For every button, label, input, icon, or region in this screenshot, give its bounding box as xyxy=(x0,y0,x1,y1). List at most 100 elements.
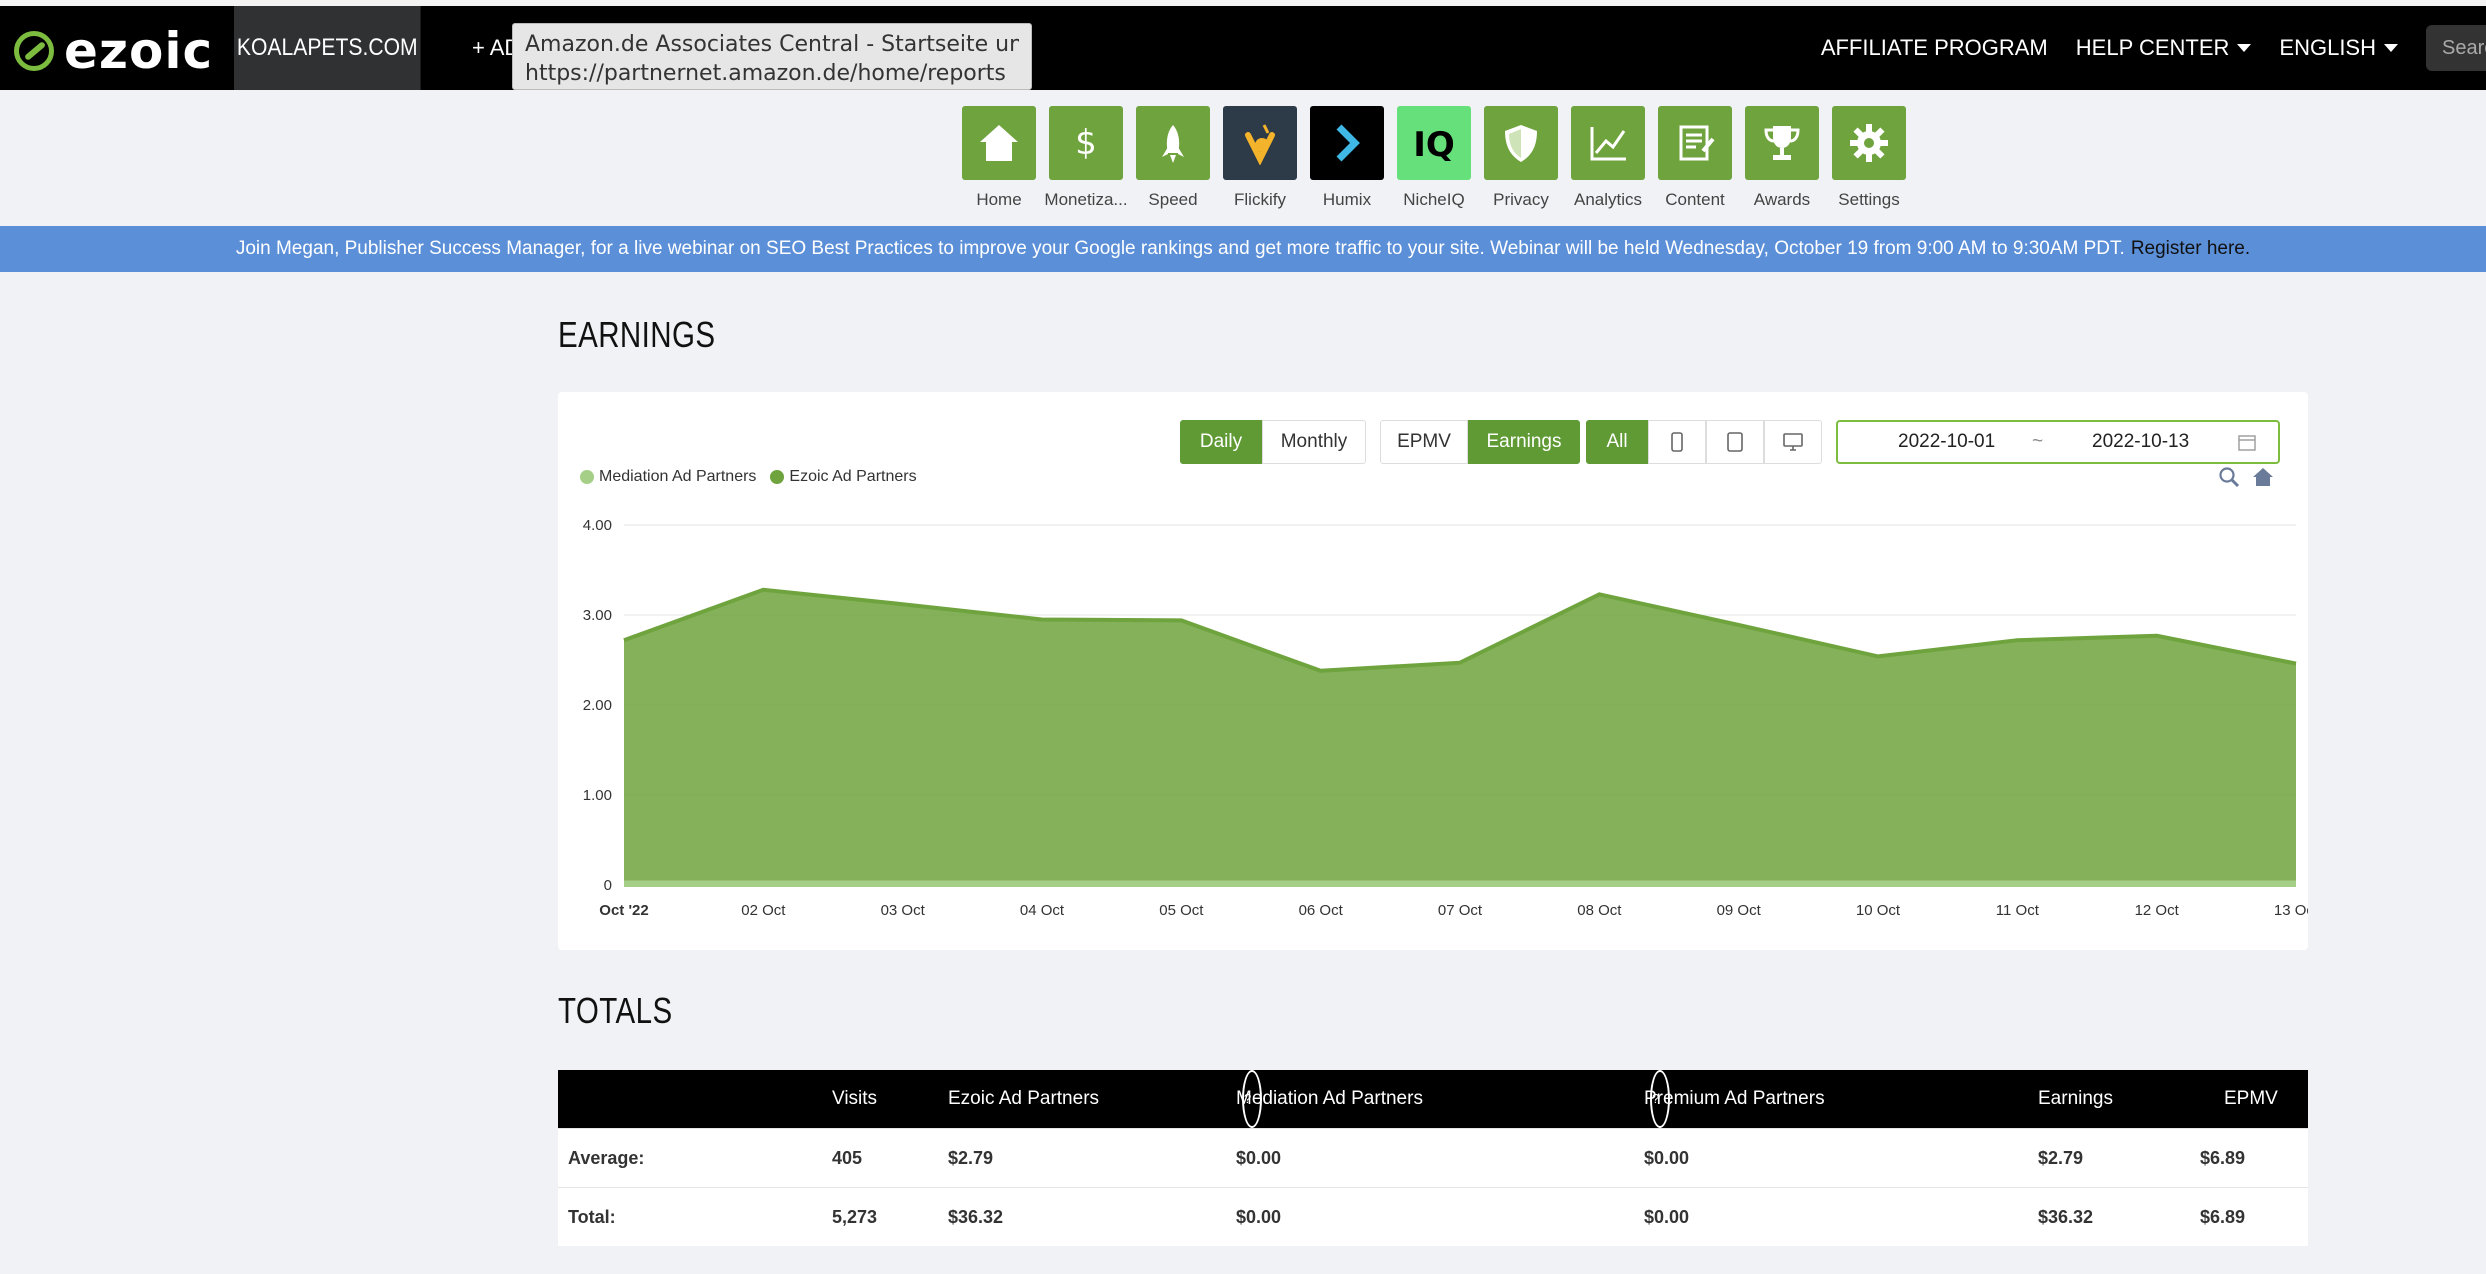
col-premium: Premium Ad Partners? xyxy=(1644,1070,1825,1128)
x-tick-label: 03 Oct xyxy=(881,902,926,919)
y-tick-label: 1.00 xyxy=(583,787,612,804)
tool-label: Speed xyxy=(1148,190,1198,209)
tool-home[interactable]: Home xyxy=(962,106,1036,210)
x-tick-label: 04 Oct xyxy=(1020,902,1065,919)
cell-mediation: $0.00 xyxy=(1236,1206,1282,1227)
cell-ezoic: $36.32 xyxy=(948,1206,1004,1227)
ezoic-logo-icon xyxy=(14,31,54,71)
tool-label: Monetiza... xyxy=(1044,190,1128,209)
col-epmv: EPMV xyxy=(2224,1088,2278,1109)
tool-label: Analytics xyxy=(1573,190,1643,209)
humix-icon xyxy=(1310,106,1384,180)
link-tooltip: Amazon.de Associates Central - Startseit… xyxy=(512,23,1032,90)
tool-label: Home xyxy=(976,190,1022,209)
tool-humix[interactable]: Humix xyxy=(1310,106,1384,210)
cell-mediation: $0.00 xyxy=(1236,1147,1282,1168)
earnings-chart-card: Daily Monthly EPMV Earnings All 2022-10-… xyxy=(558,392,2308,950)
earnings-title: EARNINGS xyxy=(558,314,716,355)
site-selector-tab[interactable]: KOALAPETS.COM xyxy=(234,6,421,90)
nav-help-center[interactable]: HELP CENTER xyxy=(2076,35,2252,61)
ezoic-logo[interactable]: ezoic xyxy=(14,22,213,80)
col-earnings: Earnings xyxy=(2038,1088,2113,1109)
nav-affiliate-program[interactable]: AFFILIATE PROGRAM xyxy=(1821,35,2048,61)
cell-earnings: $36.32 xyxy=(2038,1206,2094,1227)
tool-speed[interactable]: Speed xyxy=(1136,106,1210,210)
chevron-down-icon xyxy=(2384,44,2398,52)
help-icon[interactable]: ? xyxy=(1650,1070,1670,1128)
y-tick-label: 3.00 xyxy=(583,607,612,624)
tool-nicheiq[interactable]: IQ NicheIQ xyxy=(1397,106,1471,210)
tool-awards[interactable]: Awards xyxy=(1745,106,1819,210)
tool-label: Awards xyxy=(1753,190,1811,209)
x-tick-label: 12 Oct xyxy=(2135,902,2180,919)
top-navbar: ezoic KOALAPETS.COM + ADD Amazon.de Asso… xyxy=(0,0,2486,90)
table-row: Average: 405 $2.79 $0.00 $0.00 $2.79 $6.… xyxy=(558,1128,2308,1187)
totals-table: Visits Ezoic Ad Partners Mediation Ad Pa… xyxy=(558,1070,2308,1246)
tool-label: Privacy xyxy=(1493,190,1549,209)
nav-affiliate-label: AFFILIATE PROGRAM xyxy=(1820,35,2048,60)
y-tick-label: 4.00 xyxy=(583,517,612,534)
tooltip-url: https://partnernet.amazon.de/home/report… xyxy=(525,61,1006,86)
cell-epmv: $6.89 xyxy=(2200,1206,2246,1227)
col-visits: Visits xyxy=(832,1088,878,1109)
area-ezoic xyxy=(624,589,2296,885)
tool-settings[interactable]: Settings xyxy=(1832,106,1906,210)
app-toolbar: Home $ Monetiza... Speed Flickify Humix … xyxy=(962,106,1919,210)
x-tick-label: 11 Oct xyxy=(1996,902,2040,919)
cell-premium: $0.00 xyxy=(1644,1147,1690,1168)
banner-text: Join Megan, Publisher Success Manager, f… xyxy=(235,238,2125,259)
x-tick-label: 02 Oct xyxy=(741,902,786,919)
home-icon xyxy=(962,106,1036,180)
nicheiq-icon: IQ xyxy=(1397,106,1471,180)
x-tick-label: 06 Oct xyxy=(1299,902,1344,919)
tool-label: Flickify xyxy=(1234,190,1286,209)
cell-premium: $0.00 xyxy=(1644,1206,1690,1227)
cell-ezoic: $2.79 xyxy=(948,1147,994,1168)
x-tick-label: Oct '22 xyxy=(599,902,648,919)
cell-visits: 5,273 xyxy=(832,1206,878,1227)
table-row: Total: 5,273 $36.32 $0.00 $0.00 $36.32 $… xyxy=(558,1187,2308,1246)
nav-language-label: ENGLISH xyxy=(2279,35,2376,60)
cell-visits: 405 xyxy=(832,1147,863,1168)
tool-privacy[interactable]: Privacy xyxy=(1484,106,1558,210)
svg-text:$: $ xyxy=(1075,123,1097,163)
x-tick-label: 08 Oct xyxy=(1577,902,1622,919)
register-link[interactable]: Register here. xyxy=(2131,238,2250,260)
y-tick-label: 2.00 xyxy=(583,697,612,714)
analytics-icon xyxy=(1571,106,1645,180)
table-header: Visits Ezoic Ad Partners Mediation Ad Pa… xyxy=(558,1070,2308,1128)
tool-label: Settings xyxy=(1838,190,1900,209)
help-icon[interactable]: ? xyxy=(1242,1070,1262,1128)
svg-text:IQ: IQ xyxy=(1413,125,1455,165)
trophy-icon xyxy=(1745,106,1819,180)
nav-language[interactable]: ENGLISH xyxy=(2279,35,2398,61)
flickify-icon xyxy=(1223,106,1297,180)
earnings-area-chart: 0 1.00 2.00 3.00 4.00 Oct '22 02 Oct 03 Oct 04 O… xyxy=(583,517,2308,919)
logo-text: ezoic xyxy=(64,22,214,80)
nav-help-label: HELP CENTER xyxy=(2075,35,2230,60)
tool-label: Humix xyxy=(1322,190,1372,209)
x-tick-label: 10 Oct xyxy=(1856,902,1901,919)
x-tick-label: 07 Oct xyxy=(1438,902,1483,919)
tool-flickify[interactable]: Flickify xyxy=(1223,106,1297,210)
tool-content[interactable]: Content xyxy=(1658,106,1732,210)
search-input[interactable]: Search xyxy=(2426,25,2486,71)
tool-analytics[interactable]: Analytics xyxy=(1571,106,1645,210)
tooltip-title: Amazon.de Associates Central - Startseit… xyxy=(525,32,1019,57)
chevron-down-icon xyxy=(2237,44,2252,52)
tool-label: NicheIQ xyxy=(1403,190,1465,209)
totals-title: TOTALS xyxy=(558,990,673,1031)
col-premium-label: Premium Ad Partners xyxy=(1644,1088,1825,1109)
x-tick-label: 09 Oct xyxy=(1717,902,1762,919)
col-ezoic: Ezoic Ad Partners xyxy=(948,1088,1100,1109)
x-tick-label: 05 Oct xyxy=(1159,902,1204,919)
row-label: Average: xyxy=(568,1147,645,1168)
webinar-banner: Join Megan, Publisher Success Manager, f… xyxy=(0,226,2486,272)
col-mediation: Mediation Ad Partners? xyxy=(1236,1070,1423,1128)
col-mediation-label: Mediation Ad Partners xyxy=(1236,1088,1423,1109)
shield-icon xyxy=(1484,106,1558,180)
tool-monetization[interactable]: $ Monetiza... xyxy=(1044,106,1128,210)
cell-epmv: $6.89 xyxy=(2200,1147,2246,1168)
tool-label: Content xyxy=(1665,190,1725,209)
cell-earnings: $2.79 xyxy=(2038,1147,2084,1168)
